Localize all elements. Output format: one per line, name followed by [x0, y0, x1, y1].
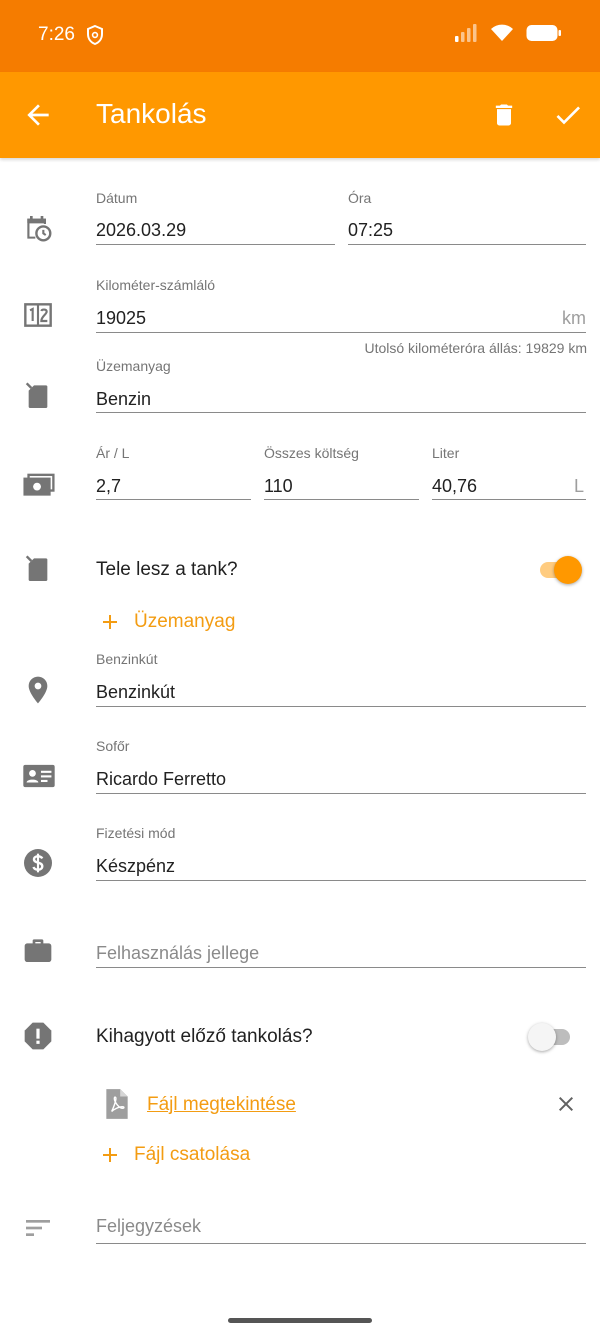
notes-placeholder[interactable]: Feljegyzések	[96, 1216, 201, 1237]
price-per-liter-value[interactable]: 2,7	[96, 476, 121, 497]
liters-label: Liter	[432, 445, 460, 461]
date-label: Dátum	[96, 190, 138, 206]
driver-underline	[96, 793, 586, 794]
time-value[interactable]: 07:25	[348, 220, 393, 241]
usage-type-field[interactable]: Felhasználás jellege	[96, 912, 586, 968]
driver-card-icon	[23, 764, 55, 788]
fuel-can-icon	[25, 382, 48, 408]
fuel-type-underline	[96, 412, 586, 413]
odometer-value[interactable]: 19025	[96, 308, 146, 329]
notes-field[interactable]: Feljegyzések	[96, 1186, 586, 1244]
usage-type-placeholder[interactable]: Felhasználás jellege	[96, 943, 259, 964]
total-cost-value[interactable]: 110	[264, 476, 293, 497]
view-file-link[interactable]: Fájl megtekintése	[147, 1094, 296, 1116]
price-per-liter-field[interactable]: Ár / L 2,7	[96, 445, 251, 501]
payment-field[interactable]: Fizetési mód Készpénz	[96, 825, 586, 881]
price-per-liter-underline	[96, 499, 251, 500]
add-fuel-button[interactable]: Üzemanyag	[98, 610, 235, 634]
status-time: 7:26	[38, 24, 75, 45]
fuel-type-label: Üzemanyag	[96, 358, 171, 374]
odometer-field[interactable]: Kilométer-számláló 19025 km Utolsó kilom…	[96, 277, 587, 357]
station-field[interactable]: Benzinkút Benzinkút	[96, 651, 586, 707]
signal-icon	[455, 24, 477, 42]
driver-label: Sofőr	[96, 738, 130, 754]
fuel-type-value[interactable]: Benzin	[96, 389, 151, 410]
liters-value[interactable]: 40,76	[432, 476, 477, 497]
date-value[interactable]: 2026.03.29	[96, 220, 186, 241]
pdf-file-icon	[106, 1089, 128, 1119]
odometer-underline	[96, 332, 586, 333]
liters-field[interactable]: Liter 40,76 L	[432, 445, 586, 501]
date-underline	[96, 244, 335, 245]
total-cost-label: Összes költség	[264, 445, 359, 461]
delete-icon[interactable]	[490, 99, 518, 131]
status-indicators	[454, 24, 562, 42]
total-cost-field[interactable]: Összes költség 110	[264, 445, 419, 501]
back-arrow-icon[interactable]	[22, 99, 54, 131]
usage-type-underline	[96, 967, 586, 968]
fuel-can-icon	[25, 555, 48, 581]
fuel-type-field[interactable]: Üzemanyag Benzin	[96, 358, 586, 414]
attach-file-button[interactable]: Fájl csatolása	[98, 1143, 250, 1167]
missed-previous-switch-thumb	[528, 1023, 556, 1051]
full-tank-switch-thumb	[554, 556, 582, 584]
total-cost-underline	[264, 499, 419, 500]
money-icon	[23, 473, 55, 496]
missed-previous-switch[interactable]	[528, 1021, 574, 1051]
attach-file-label: Fájl csatolása	[134, 1144, 251, 1165]
missed-previous-label: Kihagyott előző tankolás?	[96, 1026, 313, 1047]
payment-label: Fizetési mód	[96, 825, 176, 841]
driver-field[interactable]: Sofőr Ricardo Ferretto	[96, 738, 586, 794]
home-indicator[interactable]	[228, 1318, 372, 1323]
close-icon[interactable]	[554, 1092, 578, 1116]
price-per-liter-label: Ár / L	[96, 445, 130, 461]
alert-octagon-icon	[24, 1022, 52, 1050]
payment-value[interactable]: Készpénz	[96, 856, 175, 877]
station-label: Benzinkút	[96, 651, 158, 667]
station-value[interactable]: Benzinkút	[96, 682, 175, 703]
liters-underline	[432, 499, 586, 500]
payment-underline	[96, 880, 586, 881]
full-tank-label: Tele lesz a tank?	[96, 559, 238, 580]
odometer-label: Kilométer-számláló	[96, 277, 216, 293]
time-underline	[348, 244, 586, 245]
shield-icon	[87, 25, 103, 45]
dollar-icon	[24, 849, 52, 877]
save-check-icon[interactable]	[552, 99, 584, 131]
location-pin-icon	[28, 676, 48, 704]
full-tank-switch[interactable]	[536, 554, 582, 584]
calendar-clock-icon	[27, 216, 52, 242]
page-title: Tankolás	[96, 98, 207, 129]
plus-icon	[103, 1148, 117, 1162]
odometer-icon	[24, 303, 52, 327]
plus-icon	[103, 615, 117, 629]
notes-icon	[26, 1220, 50, 1236]
driver-value[interactable]: Ricardo Ferretto	[96, 769, 226, 790]
date-field[interactable]: Dátum 2026.03.29	[96, 190, 335, 246]
battery-icon	[526, 25, 561, 41]
notes-underline	[96, 1243, 586, 1244]
app-bar: Tankolás	[0, 72, 600, 158]
station-underline	[96, 706, 586, 707]
liters-unit: L	[573, 476, 584, 496]
status-bar: 7:26	[0, 0, 600, 72]
briefcase-icon	[24, 939, 52, 962]
wifi-icon	[491, 24, 513, 41]
add-fuel-label: Üzemanyag	[134, 611, 236, 632]
time-label: Óra	[348, 190, 372, 206]
odometer-unit: km	[562, 308, 586, 328]
time-field[interactable]: Óra 07:25	[348, 190, 586, 246]
odometer-hint: Utolsó kilométeróra állás: 19829 km	[364, 340, 587, 356]
